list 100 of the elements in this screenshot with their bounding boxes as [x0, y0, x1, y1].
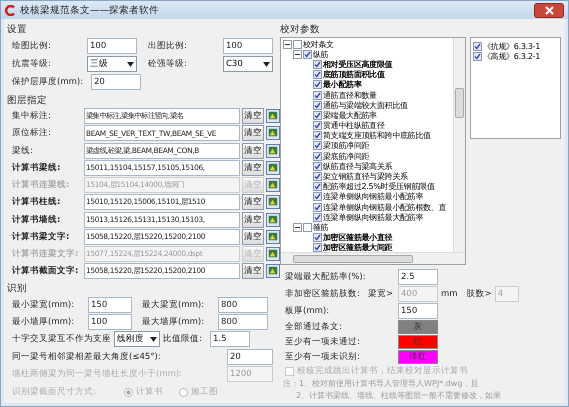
clear-button[interactable]: 清空 [242, 212, 264, 228]
layer-picker-icon[interactable] [266, 178, 280, 192]
tree-item-label[interactable]: 连梁单侧纵向钢筋最小配筋根数、直 [323, 202, 446, 213]
collapse-icon[interactable] [283, 40, 292, 49]
caret-icon [150, 336, 157, 342]
dropdown[interactable]: 三级 [87, 56, 137, 72]
field-label: 出图比例: [148, 40, 188, 52]
tree-item-label[interactable]: 简支端支座顶筋和跨中底筋比值 [323, 130, 431, 142]
field-label: 十字交叉梁互不作为支座 [12, 333, 111, 346]
tree-checkbox[interactable] [313, 152, 322, 161]
clause-checkbox[interactable] [473, 42, 482, 51]
dropdown[interactable]: C30 [223, 56, 273, 72]
field-label: 梁端最大配筋率(%): [285, 271, 367, 283]
input-field[interactable]: 2.5 [398, 269, 438, 285]
tree-checkbox[interactable] [313, 182, 322, 192]
input-field[interactable]: 100 [223, 38, 273, 54]
field-label: 保护层厚度(mm): [12, 76, 84, 88]
tree-item-label[interactable]: 纵筋 [313, 48, 328, 60]
tree-checkbox[interactable] [303, 222, 312, 232]
tree-checkbox[interactable] [313, 90, 322, 100]
tree-item-label[interactable]: 最小配筋率 [323, 79, 362, 90]
tree-item-label[interactable]: 加密区箍筋最小直径 [323, 232, 392, 244]
vertical-scrollbar[interactable] [453, 38, 465, 252]
window-title: 校核梁规范条文——探索者软件 [20, 4, 160, 16]
tree-checkbox[interactable] [303, 50, 312, 59]
clear-button[interactable]: 清空 [242, 228, 264, 245]
input-field[interactable]: 150 [88, 296, 132, 313]
tree-item-label[interactable]: 配筋率超过2.5%时受压钢筋限值 [323, 181, 435, 192]
tree-item-label[interactable]: 加密区箍筋最大间距 [323, 242, 392, 254]
clear-button[interactable]: 清空 [242, 142, 264, 159]
clause-label[interactable]: 《抗规》6.3.3-1 [483, 40, 540, 52]
layer-picker-icon[interactable] [266, 212, 280, 227]
caret-icon [127, 62, 134, 66]
tree-checkbox[interactable] [313, 162, 322, 171]
tree-item-label[interactable]: 纵筋直径与梁高关系 [323, 160, 392, 172]
clear-button[interactable]: 清空 [242, 194, 264, 210]
tree-checkbox[interactable] [313, 80, 322, 90]
tree-item-label[interactable]: 通筋与梁端较大面积比值 [323, 100, 408, 111]
group-title: 校对参数 [280, 23, 320, 36]
tree-item-label[interactable]: 梁端最大配筋率 [323, 110, 377, 121]
tree-checkbox[interactable] [313, 110, 322, 120]
tree-item-label[interactable]: 箍筋 [313, 222, 328, 233]
clear-button[interactable]: 清空 [242, 160, 264, 176]
collapse-icon[interactable] [293, 222, 302, 232]
tree-checkbox[interactable] [313, 121, 322, 130]
tree-checkbox[interactable] [313, 141, 322, 150]
tree-checkbox[interactable] [313, 233, 322, 242]
input-field[interactable]: 20 [91, 74, 141, 90]
tree-checkbox[interactable] [293, 40, 302, 49]
tree-checkbox[interactable] [313, 131, 322, 140]
tree-item-label[interactable]: 相对受压区高度限值 [323, 58, 392, 70]
close-button[interactable] [534, 2, 564, 18]
input-field[interactable]: 100 [87, 38, 137, 54]
layer-picker-icon[interactable] [266, 144, 280, 158]
input-field[interactable]: 20 [227, 348, 273, 365]
tree-item-label[interactable]: 梁顶筋净间距 [323, 140, 370, 152]
tree-checkbox[interactable] [313, 243, 322, 252]
clause-label[interactable]: 《高规》6.3.2-1 [483, 50, 540, 62]
layer-picker-icon[interactable] [266, 195, 280, 210]
input-field[interactable]: 800 [218, 296, 268, 313]
tree-checkbox[interactable] [313, 100, 322, 110]
tree-item-label[interactable]: 梁底筋净间距 [323, 150, 370, 162]
clause-checkbox[interactable] [473, 52, 482, 61]
input-field[interactable]: 1.5 [210, 331, 250, 348]
tree-checkbox[interactable] [313, 70, 322, 80]
layer-picker-icon[interactable] [266, 126, 280, 140]
clear-button[interactable]: 清空 [242, 263, 264, 280]
input-field[interactable]: 150 [398, 303, 438, 319]
tree-item-label[interactable]: 连梁单侧纵向钢筋最大配筋率 [323, 212, 424, 223]
tree-checkbox[interactable] [313, 202, 322, 212]
field-label: 至少有一项未通过: [285, 336, 361, 348]
tree-item-label[interactable]: 连梁单侧纵向钢筋最小配筋率 [323, 191, 424, 202]
input-field[interactable]: 800 [218, 314, 268, 330]
tree-checkbox[interactable] [313, 60, 322, 69]
layer-picker-icon[interactable] [266, 109, 280, 124]
tree-item-label[interactable]: 贯通中柱纵筋直径 [323, 120, 385, 132]
layer-picker-icon[interactable] [266, 160, 280, 175]
field-label: 比值限值: [163, 333, 203, 346]
color-swatch[interactable]: 洋红 [398, 350, 438, 364]
layer-picker-icon[interactable] [266, 246, 280, 261]
dropdown[interactable]: 线刚度 [114, 331, 160, 348]
tree-checkbox[interactable] [313, 212, 322, 222]
note-text: 注：1、校对前使用计算书导入管理导入WPJ*.dwg，且 [283, 378, 478, 389]
clear-button[interactable]: 清空 [242, 125, 264, 142]
tree-item-label[interactable]: 底筋顶筋面积比值 [323, 69, 385, 80]
clear-button[interactable]: 清空 [242, 108, 264, 124]
layer-picker-icon[interactable] [266, 264, 280, 278]
field-label: 计算书梁文字: [12, 230, 70, 243]
caret-icon [263, 62, 270, 66]
tree-item-label[interactable]: 通筋直径和数量 [323, 90, 377, 101]
field-label: 最小墙厚(mm): [12, 316, 76, 328]
layer-picker-icon[interactable] [266, 230, 280, 244]
tree-item-label[interactable]: 架立钢筋直径与梁跨关系 [323, 171, 408, 182]
input-field[interactable]: 100 [88, 314, 132, 330]
tree-checkbox[interactable] [313, 192, 322, 202]
horizontal-scrollbar[interactable] [281, 252, 465, 264]
tree-item-label[interactable]: 校对条文 [303, 38, 334, 50]
collapse-icon[interactable] [293, 50, 302, 59]
field-label: 计算书柱线: [12, 196, 62, 208]
tree-checkbox[interactable] [313, 172, 322, 182]
